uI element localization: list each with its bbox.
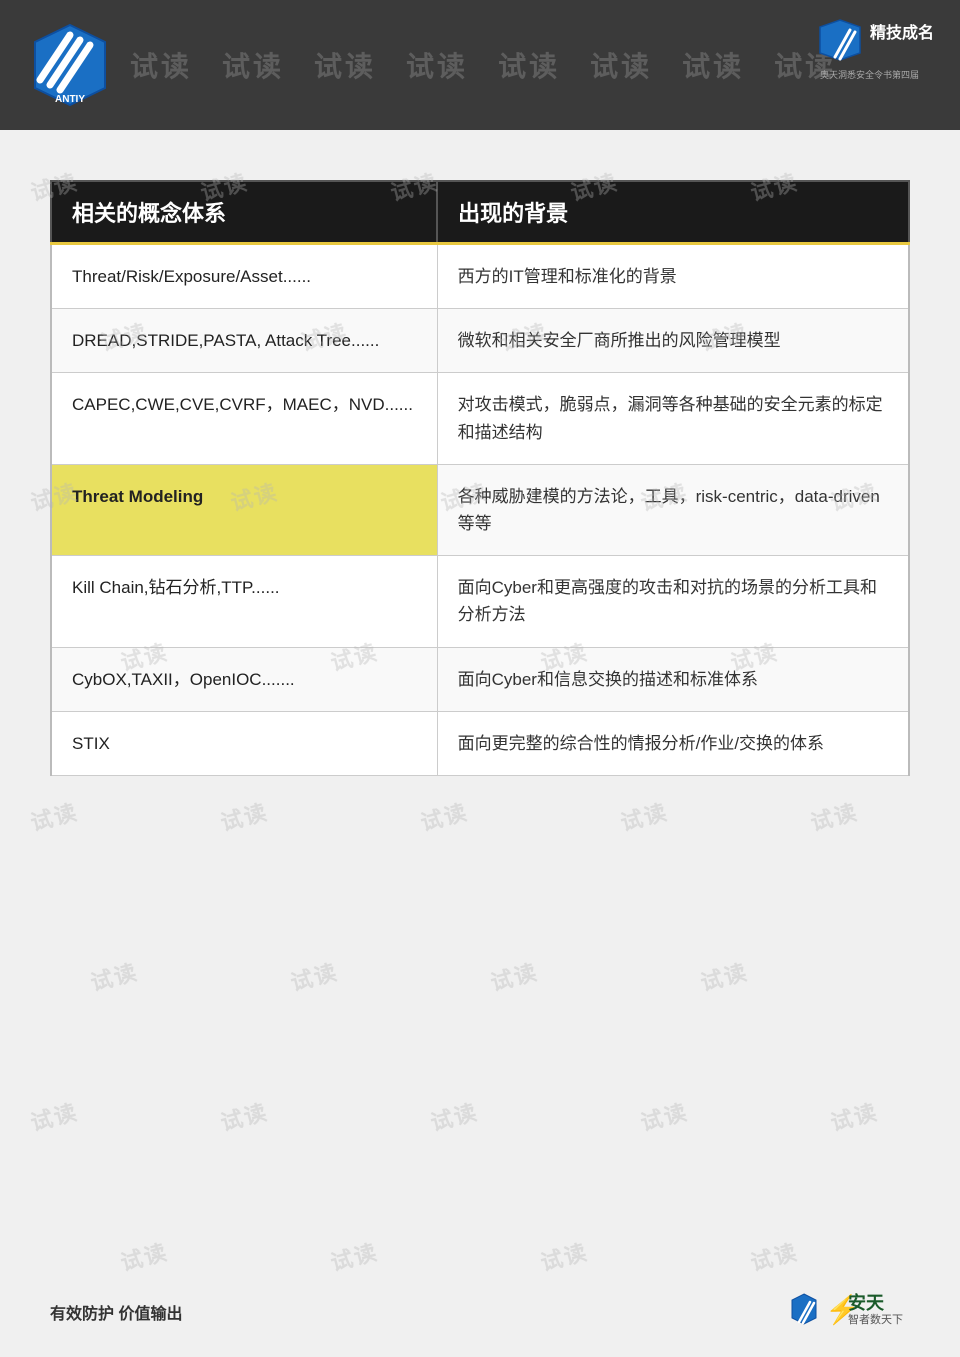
watermark-text: 试读 bbox=[487, 954, 542, 997]
footer-slogan: 有效防护 价值输出 bbox=[50, 1300, 182, 1324]
table-left-header: 相关的概念体系 bbox=[51, 181, 437, 244]
table-row: CAPEC,CWE,CVE,CVRF，MAEC，NVD......对攻击模式，脆… bbox=[51, 373, 909, 464]
header-watermark: 试读 bbox=[130, 45, 192, 85]
header-watermark: 试读 bbox=[406, 45, 468, 85]
watermark-text: 试读 bbox=[827, 1094, 882, 1137]
watermark-text: 试读 bbox=[117, 1234, 172, 1277]
watermark-text: 试读 bbox=[697, 954, 752, 997]
table-cell-left: Threat/Risk/Exposure/Asset...... bbox=[51, 244, 437, 309]
footer-logo: ⚡ 安天 智者数天下 bbox=[790, 1287, 910, 1337]
table-cell-left: Kill Chain,钻石分析,TTP...... bbox=[51, 556, 437, 647]
table-cell-right: 对攻击模式，脆弱点，漏洞等各种基础的安全元素的标定和描述结构 bbox=[437, 373, 909, 464]
table-cell-right: 面向Cyber和更高强度的攻击和对抗的场景的分析工具和分析方法 bbox=[437, 556, 909, 647]
header-watermark: 试读 bbox=[222, 45, 284, 85]
antiy-logo-icon: ANTIY bbox=[25, 20, 115, 110]
watermark-text: 试读 bbox=[747, 1234, 802, 1277]
main-content: 相关的概念体系 出现的背景 Threat/Risk/Exposure/Asset… bbox=[0, 130, 960, 806]
svg-text:安天: 安天 bbox=[848, 1292, 885, 1313]
header-watermark: 试读 bbox=[682, 45, 744, 85]
watermark-text: 试读 bbox=[87, 954, 142, 997]
svg-text:智者数天下: 智者数天下 bbox=[848, 1312, 903, 1326]
footer-logo-icon: ⚡ 安天 智者数天下 bbox=[790, 1287, 910, 1337]
header-watermark: 试读 bbox=[314, 45, 376, 85]
watermark-text: 试读 bbox=[427, 1094, 482, 1137]
svg-text:精技成名: 精技成名 bbox=[870, 23, 934, 42]
watermark-text: 试读 bbox=[27, 1094, 82, 1137]
header-watermark: 试读 bbox=[590, 45, 652, 85]
watermark-text: 试读 bbox=[327, 1234, 382, 1277]
header-watermark: 试读 bbox=[498, 45, 560, 85]
brand-logo-icon: 精技成名 奥天洞悉安全令书第四届 bbox=[815, 10, 945, 90]
table-row: CybOX,TAXII，OpenIOC.......面向Cyber和信息交换的描… bbox=[51, 647, 909, 711]
svg-text:奥天洞悉安全令书第四届: 奥天洞悉安全令书第四届 bbox=[820, 69, 919, 80]
footer: 有效防护 价值输出 ⚡ 安天 智者数天下 bbox=[50, 1287, 910, 1337]
watermark-text: 试读 bbox=[537, 1234, 592, 1277]
watermark-text: 试读 bbox=[287, 954, 342, 997]
table-cell-right: 各种威胁建模的方法论，工具，risk-centric，data-driven等等 bbox=[437, 464, 909, 555]
table-cell-right: 面向Cyber和信息交换的描述和标准体系 bbox=[437, 647, 909, 711]
table-cell-right: 面向更完整的综合性的情报分析/作业/交换的体系 bbox=[437, 711, 909, 775]
table-cell-left: DREAD,STRIDE,PASTA, Attack Tree...... bbox=[51, 309, 437, 373]
concept-table: 相关的概念体系 出现的背景 Threat/Risk/Exposure/Asset… bbox=[50, 180, 910, 776]
table-cell-left: Threat Modeling bbox=[51, 464, 437, 555]
watermark-text: 试读 bbox=[217, 1094, 272, 1137]
table-cell-left: CAPEC,CWE,CVE,CVRF，MAEC，NVD...... bbox=[51, 373, 437, 464]
table-row: Threat Modeling各种威胁建模的方法论，工具，risk-centri… bbox=[51, 464, 909, 555]
table-right-header: 出现的背景 bbox=[437, 181, 909, 244]
table-cell-left: STIX bbox=[51, 711, 437, 775]
table-cell-left: CybOX,TAXII，OpenIOC....... bbox=[51, 647, 437, 711]
table-row: Threat/Risk/Exposure/Asset......西方的IT管理和… bbox=[51, 244, 909, 309]
header-logo: ANTIY bbox=[15, 10, 125, 120]
table-row: Kill Chain,钻石分析,TTP......面向Cyber和更高强度的攻击… bbox=[51, 556, 909, 647]
table-cell-right: 微软和相关安全厂商所推出的风险管理模型 bbox=[437, 309, 909, 373]
table-row: DREAD,STRIDE,PASTA, Attack Tree......微软和… bbox=[51, 309, 909, 373]
watermark-text: 试读 bbox=[637, 1094, 692, 1137]
table-cell-right: 西方的IT管理和标准化的背景 bbox=[437, 244, 909, 309]
header-brand: 精技成名 奥天洞悉安全令书第四届 bbox=[815, 10, 945, 95]
header: ANTIY 试读 试读 试读 试读 试读 试读 试读 试读 精技成名 奥天洞悉安… bbox=[0, 0, 960, 130]
svg-text:ANTIY: ANTIY bbox=[55, 94, 85, 105]
table-row: STIX面向更完整的综合性的情报分析/作业/交换的体系 bbox=[51, 711, 909, 775]
